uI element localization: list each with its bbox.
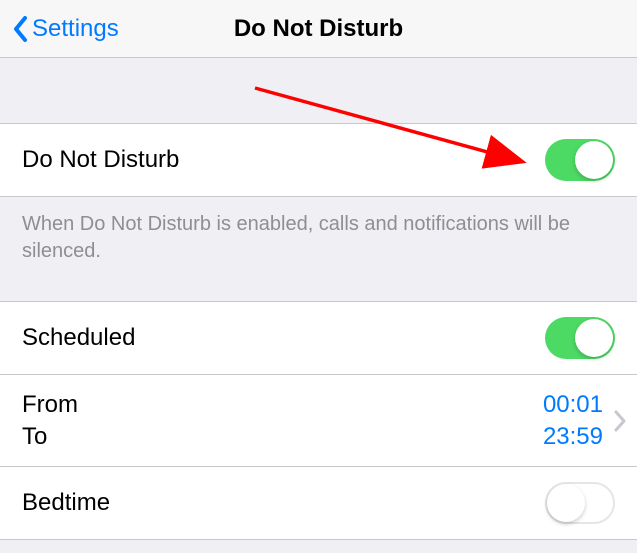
toggle-knob [547,484,585,522]
toggle-knob [575,319,613,357]
dnd-row: Do Not Disturb [0,124,637,197]
to-value: 23:59 [543,423,603,451]
scheduled-toggle[interactable] [545,317,615,359]
navigation-bar: Settings Do Not Disturb [0,0,637,58]
scheduled-row: Scheduled [0,302,637,375]
bedtime-toggle[interactable] [545,482,615,524]
time-values: 00:01 23:59 [543,391,603,451]
dnd-footer-text: When Do Not Disturb is enabled, calls an… [0,197,637,302]
back-label: Settings [32,15,119,43]
time-labels: From To [22,391,543,451]
from-value: 00:01 [543,391,603,419]
from-label: From [22,391,543,419]
chevron-right-icon [613,409,627,433]
back-button[interactable]: Settings [0,15,119,43]
section-spacer [0,58,637,124]
scheduled-label: Scheduled [22,324,545,352]
page-title: Do Not Disturb [234,15,403,43]
toggle-knob [575,141,613,179]
bedtime-label: Bedtime [22,489,545,517]
schedule-time-row[interactable]: From To 00:01 23:59 [0,375,637,467]
dnd-label: Do Not Disturb [22,146,545,174]
to-label: To [22,423,543,451]
bedtime-row: Bedtime [0,467,637,540]
chevron-left-icon [12,15,28,43]
dnd-toggle[interactable] [545,139,615,181]
